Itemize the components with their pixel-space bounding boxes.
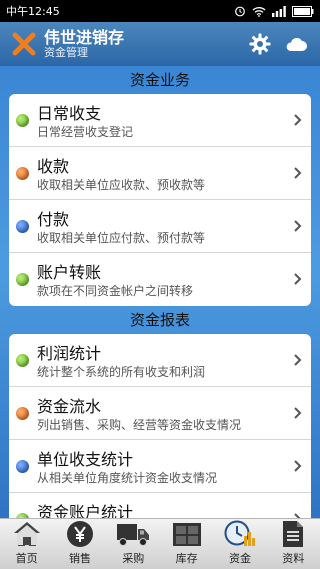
truck-icon: [116, 519, 150, 549]
item-desc: 日常经营收支登记: [37, 125, 134, 139]
item-title: 资金流水: [37, 397, 102, 416]
item-title: 收款: [37, 157, 70, 176]
tab-label: 资金: [228, 552, 251, 565]
app-title: 伟世进销存: [44, 28, 125, 48]
list-item-receipts[interactable]: 收款 收取相关单位应收款、预收款等: [9, 147, 311, 200]
tab-funds[interactable]: 资金: [213, 519, 266, 569]
chevron-right-icon: [294, 407, 302, 419]
app-logo: [12, 32, 36, 56]
funds-reports-card: 利润统计 统计整个系统的所有收支和利润 资金流水 列出销售、采购、经营等资金收支…: [9, 334, 311, 518]
status-dot-icon: [16, 114, 29, 127]
tab-label: 首页: [15, 552, 38, 565]
bottom-tab-bar: 首页 销售 采购 库存 资金 资料: [0, 518, 320, 569]
tab-inventory[interactable]: 库存: [160, 519, 213, 569]
list-item-account-stats[interactable]: 资金账户统计: [9, 493, 311, 518]
header-titles: 伟世进销存 资金管理: [44, 29, 242, 59]
status-dot-icon: [16, 220, 29, 233]
status-dot-icon: [16, 273, 29, 286]
status-icons: [234, 5, 314, 17]
tab-purchase[interactable]: 采购: [107, 519, 160, 569]
cloud-icon: [286, 38, 307, 51]
item-desc: 款项在不同资金帐户之间转移: [37, 284, 194, 298]
list-item-account-transfer[interactable]: 账户转账 款项在不同资金帐户之间转移: [9, 253, 311, 306]
tab-sales[interactable]: 销售: [53, 519, 106, 569]
status-dot-icon: [16, 407, 29, 420]
tab-label: 采购: [122, 552, 145, 565]
item-desc: 从相关单位角度统计资金收支情况: [37, 471, 218, 485]
status-dot-icon: [16, 460, 29, 473]
section-title-funds-reports: 资金报表: [129, 311, 190, 329]
item-title: 付款: [37, 210, 70, 229]
battery-icon: [292, 5, 314, 17]
wifi-icon: [252, 6, 266, 17]
tab-data[interactable]: 资料: [267, 519, 320, 569]
tab-label: 销售: [68, 552, 91, 565]
page-subtitle: 资金管理: [44, 45, 88, 59]
item-title: 资金账户统计: [37, 503, 134, 518]
tab-label: 资料: [282, 552, 305, 565]
list-item-profit-stats[interactable]: 利润统计 统计整个系统的所有收支和利润: [9, 334, 311, 387]
item-title: 日常收支: [37, 104, 102, 123]
home-icon: [10, 519, 44, 549]
gear-icon: [249, 33, 271, 55]
cloud-sync-button[interactable]: [278, 26, 314, 62]
item-title: 利润统计: [37, 344, 102, 363]
settings-button[interactable]: [242, 26, 278, 62]
app-header: 伟世进销存 资金管理: [0, 22, 320, 66]
warehouse-icon: [170, 519, 204, 549]
signal-icon: [272, 5, 286, 17]
chevron-right-icon: [294, 167, 302, 179]
tab-label: 库存: [175, 552, 198, 565]
item-desc: 收取相关单位应付款、预付款等: [37, 231, 206, 245]
status-dot-icon: [16, 167, 29, 180]
chevron-right-icon: [294, 220, 302, 232]
funds-business-card: 日常收支 日常经营收支登记 收款 收取相关单位应收款、预收款等 付款 收取相关单…: [9, 94, 311, 306]
chevron-right-icon: [294, 273, 302, 285]
status-dot-icon: [16, 354, 29, 367]
section-title-funds-business: 资金业务: [129, 71, 190, 89]
item-desc: 收取相关单位应收款、预收款等: [37, 178, 206, 192]
chevron-right-icon: [294, 460, 302, 472]
chevron-right-icon: [294, 354, 302, 366]
clock-chart-icon: [223, 519, 257, 549]
status-bar: 中午12:45: [0, 0, 320, 22]
item-desc: 统计整个系统的所有收支和利润: [37, 365, 206, 379]
chevron-right-icon: [294, 114, 302, 126]
yen-icon: [63, 519, 97, 549]
document-icon: [276, 519, 310, 549]
alarm-icon: [235, 6, 245, 17]
item-title: 账户转账: [37, 263, 102, 282]
status-time: 中午12:45: [6, 5, 60, 18]
main-content: 资金业务 日常收支 日常经营收支登记 收款 收取相关单位应收款、预收款等 付款 …: [0, 66, 320, 518]
item-desc: 列出销售、采购、经营等资金收支情况: [37, 418, 242, 432]
tab-home[interactable]: 首页: [0, 519, 53, 569]
list-item-daily-income-expense[interactable]: 日常收支 日常经营收支登记: [9, 94, 311, 147]
list-item-unit-income-stats[interactable]: 单位收支统计 从相关单位角度统计资金收支情况: [9, 440, 311, 493]
list-item-cash-flow[interactable]: 资金流水 列出销售、采购、经营等资金收支情况: [9, 387, 311, 440]
item-title: 单位收支统计: [37, 450, 134, 469]
list-item-payments[interactable]: 付款 收取相关单位应付款、预付款等: [9, 200, 311, 253]
